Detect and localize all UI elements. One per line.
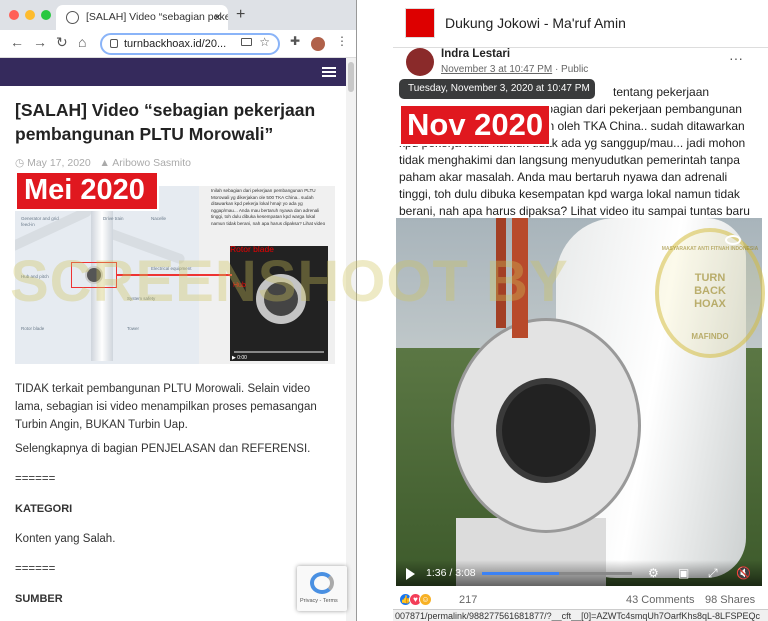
video-play-icon: ▶ 0:00 — [232, 355, 247, 361]
url-text: turnbackhoax.id/20... — [124, 38, 227, 50]
hamburger-menu-icon[interactable] — [322, 67, 336, 77]
embedded-post-text: Inilah sebagian dari pekerjaan pembangun… — [211, 188, 326, 226]
article-paragraph: Selengkapnya di bagian PENJELASAN dan RE… — [15, 443, 311, 455]
infographic-label: Generator and grid feed-in — [21, 216, 59, 227]
globe-icon — [66, 11, 79, 24]
screen: [SALAH] Video “sebagian pekerj × + ← → ↻… — [0, 0, 768, 621]
address-bar[interactable]: turnbackhoax.id/20... ☆ — [100, 33, 280, 55]
reaction-count[interactable]: 217 — [459, 594, 477, 606]
eye-icon — [725, 235, 741, 245]
user-name[interactable]: Indra Lestari — [441, 48, 510, 60]
browser-tab[interactable]: [SALAH] Video “sebagian pekerj × — [56, 5, 228, 30]
settings-gear-icon[interactable]: ⚙ — [648, 566, 659, 580]
new-tab-button[interactable]: + — [236, 6, 245, 24]
reload-icon[interactable]: ↻ — [56, 34, 68, 51]
date-label-may: Mei 2020 — [15, 171, 159, 211]
group-avatar[interactable] — [405, 8, 435, 38]
infographic-label: Rotor blade — [21, 326, 45, 331]
play-icon[interactable] — [406, 568, 415, 580]
comments-count[interactable]: 43 Comments — [626, 594, 694, 606]
home-icon[interactable]: ⌂ — [78, 34, 86, 50]
article-meta: ◷ May 17, 2020 ▲ Aribowo Sasmito — [15, 157, 191, 169]
mute-icon[interactable]: 🔇 — [736, 566, 751, 580]
infographic-label: Tower — [127, 326, 140, 331]
kategori-value: Konten yang Salah. — [15, 533, 116, 545]
site-nav-bar — [0, 58, 346, 86]
recaptcha-badge[interactable]: Privacy - Terms — [297, 566, 347, 611]
star-icon[interactable]: ☆ — [259, 35, 270, 49]
close-window-icon[interactable] — [9, 10, 19, 20]
fullscreen-icon[interactable]: ⤢ — [708, 566, 718, 581]
date-label-nov: Nov 2020 — [399, 104, 551, 146]
separator-text: ====== — [15, 473, 56, 485]
privacy-label: · Public — [554, 64, 589, 75]
group-name[interactable]: Dukung Jokowi - Ma'ruf Amin — [445, 15, 626, 31]
section-heading-kategori: KATEGORI — [15, 503, 73, 515]
mafindo-seal-logo: MASYARAKAT ANTI FITNAH INDONESIA TURN BA… — [655, 228, 765, 358]
turbine-hub-center — [496, 378, 596, 483]
post-meta: November 3 at 10:47 PM · Public — [441, 64, 588, 75]
kebab-menu-icon[interactable]: ⋮ — [336, 34, 348, 48]
clock-icon: ◷ — [15, 157, 28, 169]
article-author[interactable]: Aribowo Sasmito — [112, 157, 191, 169]
zoom-window-icon[interactable] — [41, 10, 51, 20]
reactions-bar: 👍 ♥ ☺ 217 43 Comments 98 Shares — [399, 592, 759, 610]
back-arrow-icon[interactable]: ← — [10, 34, 24, 50]
link-status-bar: 007871/permalink/988277561681877/?__cft_… — [393, 609, 768, 621]
lock-icon — [110, 39, 118, 48]
article-paragraph: TIDAK terkait pembangunan PLTU Morowali.… — [15, 383, 317, 431]
tab-close-icon[interactable]: × — [214, 10, 221, 24]
section-heading-sumber: SUMBER — [15, 593, 63, 605]
user-icon: ▲ — [99, 157, 113, 169]
infographic-label: Nacelle — [151, 216, 167, 221]
minimize-window-icon[interactable] — [25, 10, 35, 20]
miniplayer-icon[interactable]: ▣ — [678, 566, 689, 580]
user-avatar[interactable] — [406, 48, 434, 76]
post-timestamp[interactable]: November 3 at 10:47 PM — [441, 64, 552, 75]
browser-toolbar: ← → ↻ ⌂ turnbackhoax.id/20... ☆ ✚ ⋮ — [0, 30, 356, 58]
scrollbar-track[interactable] — [346, 58, 356, 621]
extensions-icon[interactable]: ✚ — [290, 34, 300, 48]
scrollbar-thumb[interactable] — [348, 62, 354, 92]
haha-reaction-icon: ☺ — [419, 593, 432, 606]
video-time: 1:36 / 3:08 — [426, 567, 476, 579]
article-date[interactable]: May 17, 2020 — [27, 157, 91, 169]
article-header: [SALAH] Video “sebagian pekerjaan pemban… — [15, 98, 335, 146]
video-progress — [234, 351, 324, 353]
infographic-label: Drive train — [103, 216, 124, 221]
cast-icon[interactable] — [241, 38, 252, 46]
video-progress-fill — [482, 572, 559, 575]
screenshot-watermark: SCREENSHOOT BY — [10, 249, 569, 314]
more-options-icon[interactable]: ··· — [729, 50, 743, 66]
profile-avatar[interactable] — [311, 37, 325, 51]
shares-count[interactable]: 98 Shares — [705, 594, 755, 606]
article-title: [SALAH] Video “sebagian pekerjaan pemban… — [15, 100, 316, 144]
tab-title: [SALAH] Video “sebagian pekerj — [86, 11, 228, 23]
video-controls: 1:36 / 3:08 ⚙ ▣ ⤢ 🔇 — [396, 560, 762, 586]
tab-bar: [SALAH] Video “sebagian pekerj × + — [0, 0, 356, 30]
group-header: Dukung Jokowi - Ma'ruf Amin — [393, 0, 768, 48]
timestamp-tooltip: Tuesday, November 3, 2020 at 10:47 PM — [399, 79, 595, 99]
captcha-links[interactable]: Privacy - Terms — [300, 598, 338, 604]
recaptcha-icon — [310, 572, 334, 594]
forward-arrow-icon[interactable]: → — [33, 34, 47, 50]
separator-text: ====== — [15, 563, 56, 575]
